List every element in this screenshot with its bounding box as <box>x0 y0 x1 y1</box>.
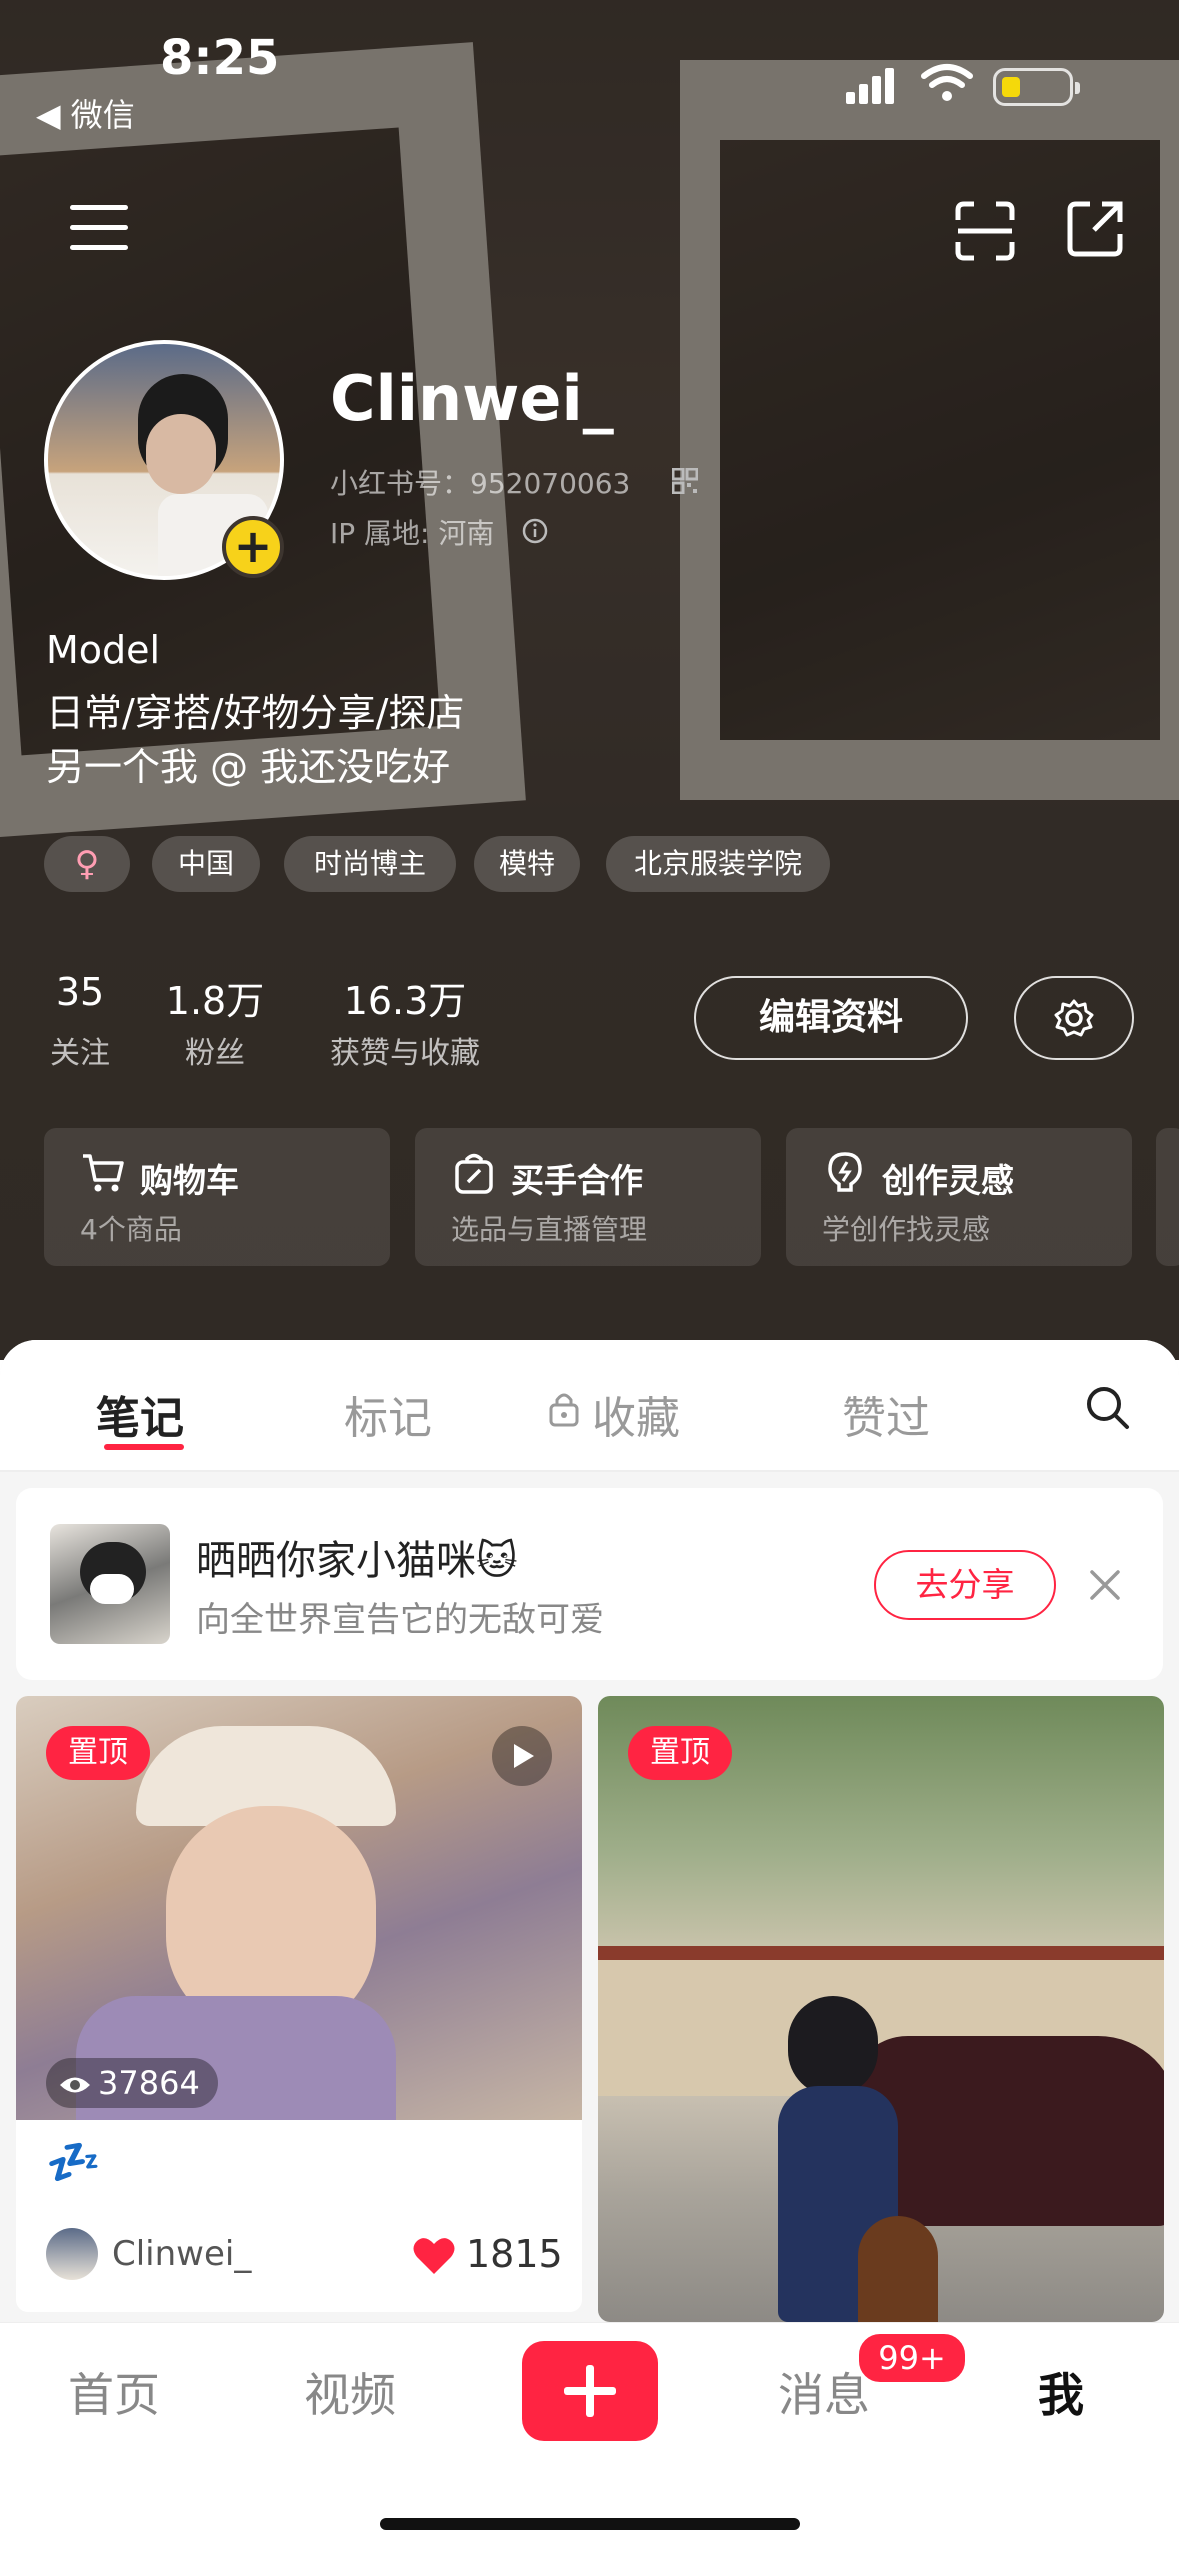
pinned-badge: 置顶 <box>628 1726 732 1780</box>
ip-location: IP 属地: 河南 <box>330 517 495 550</box>
back-to-wechat[interactable]: ◀ 微信 <box>36 90 135 136</box>
menu-icon[interactable] <box>70 205 128 265</box>
tab-marks[interactable]: 标记 <box>344 1382 432 1446</box>
profile-name: Clinwei_ <box>330 362 614 435</box>
bio-line-1: Model <box>46 628 161 672</box>
share-icon[interactable] <box>1064 198 1126 260</box>
banner-subtitle: 向全世界宣告它的无敌可爱 <box>196 1600 604 1640</box>
following-count[interactable]: 35 <box>30 970 130 1014</box>
card-subtitle: 学创作找灵感 <box>822 1213 991 1246</box>
settings-button[interactable] <box>1014 976 1134 1060</box>
creation-inspiration-card[interactable]: 创作灵感 学创作找灵感 <box>786 1128 1132 1266</box>
profile-id-value: 952070063 <box>470 467 631 500</box>
nav-messages[interactable]: 消息 <box>778 2359 870 2425</box>
bulb-icon <box>828 1152 862 1192</box>
note-card[interactable]: 置顶 37864 💤 Clinwei_ 1815 <box>16 1696 582 2312</box>
bag-icon <box>455 1153 493 1194</box>
tag-school[interactable]: 北京服装学院 <box>606 836 830 892</box>
gear-icon <box>1054 999 1094 1037</box>
nav-home[interactable]: 首页 <box>68 2359 160 2425</box>
profile-tabs: 笔记 标记 收藏 赞过 <box>0 1340 1179 1472</box>
tag-model[interactable]: 模特 <box>474 836 580 892</box>
scan-icon[interactable] <box>954 200 1016 262</box>
battery-icon <box>993 68 1080 106</box>
edit-profile-button[interactable]: 编辑资料 <box>694 976 968 1060</box>
card-title: 创作灵感 <box>882 1161 1014 1200</box>
info-icon[interactable] <box>522 518 548 544</box>
nav-me[interactable]: 我 <box>1038 2359 1084 2425</box>
note-title: 💤 <box>46 2137 101 2188</box>
profile-id: 小红书号：952070063 <box>330 462 630 502</box>
note-cover-image <box>598 1696 1164 2322</box>
profile-id-label: 小红书号： <box>330 467 471 500</box>
tab-notes[interactable]: 笔记 <box>96 1382 184 1446</box>
banner-title-text: 晒晒你家小猫咪 <box>196 1538 476 1584</box>
gender-tag: ♀ <box>44 836 130 892</box>
bio-line-3: 另一个我 @ 我还没吃好 <box>46 745 451 789</box>
lock-icon <box>549 1393 579 1427</box>
following-label: 关注 <box>50 1036 110 1071</box>
tag-country[interactable]: 中国 <box>152 836 260 892</box>
card-subtitle: 4个商品 <box>80 1213 182 1246</box>
wifi-icon <box>921 64 973 101</box>
view-count-value: 37864 <box>98 2064 200 2102</box>
card-title: 买手合作 <box>511 1161 643 1200</box>
author-avatar[interactable] <box>46 2228 98 2280</box>
share-cat-banner[interactable]: 晒晒你家小猫咪🐱 向全世界宣告它的无敌可爱 去分享 <box>16 1488 1163 1680</box>
author-name[interactable]: Clinwei_ <box>112 2234 251 2274</box>
video-play-icon <box>492 1726 552 1786</box>
bio-line-2: 日常/穿搭/好物分享/探店 <box>46 691 465 735</box>
nav-video[interactable]: 视频 <box>304 2359 396 2425</box>
banner-title: 晒晒你家小猫咪🐱 <box>196 1528 518 1586</box>
tag-fashion-blogger[interactable]: 时尚博主 <box>284 836 456 892</box>
signal-icon <box>846 64 894 104</box>
status-time: 8:25 <box>160 30 280 86</box>
close-icon[interactable] <box>1088 1568 1122 1602</box>
cat-emoji-icon: 🐱 <box>476 1538 518 1584</box>
likes-label: 获赞与收藏 <box>330 1036 480 1071</box>
like-count: 1815 <box>466 2232 563 2276</box>
eye-icon <box>60 2077 90 2093</box>
share-button[interactable]: 去分享 <box>874 1550 1056 1620</box>
message-badge: 99+ <box>856 2331 968 2385</box>
active-tab-indicator <box>104 1444 184 1450</box>
tab-liked[interactable]: 赞过 <box>842 1382 930 1446</box>
pinned-badge: 置顶 <box>46 1726 150 1780</box>
likes-count[interactable]: 16.3万 <box>310 970 500 1025</box>
tab-collections[interactable]: 收藏 <box>592 1382 680 1446</box>
more-card-peek[interactable] <box>1156 1128 1179 1266</box>
status-bar: 8:25 ◀ 微信 <box>0 0 1179 134</box>
followers-count[interactable]: 1.8万 <box>150 970 280 1025</box>
note-card[interactable]: 置顶 <box>598 1696 1164 2322</box>
cart-icon <box>83 1154 124 1192</box>
create-post-button[interactable] <box>522 2341 658 2441</box>
cat-thumbnail <box>50 1524 170 1644</box>
add-story-button[interactable]: + <box>222 516 284 578</box>
card-title: 购物车 <box>140 1161 239 1200</box>
qr-code-icon[interactable] <box>672 468 698 494</box>
followers-label: 粉丝 <box>185 1036 245 1071</box>
view-count: 37864 <box>46 2058 218 2108</box>
search-icon[interactable] <box>1084 1384 1132 1432</box>
home-indicator <box>380 2518 800 2530</box>
buyer-cooperation-card[interactable]: 买手合作 选品与直播管理 <box>415 1128 761 1266</box>
shopping-cart-card[interactable]: 购物车 4个商品 <box>44 1128 390 1266</box>
heart-icon[interactable] <box>412 2236 456 2276</box>
card-subtitle: 选品与直播管理 <box>451 1213 648 1246</box>
